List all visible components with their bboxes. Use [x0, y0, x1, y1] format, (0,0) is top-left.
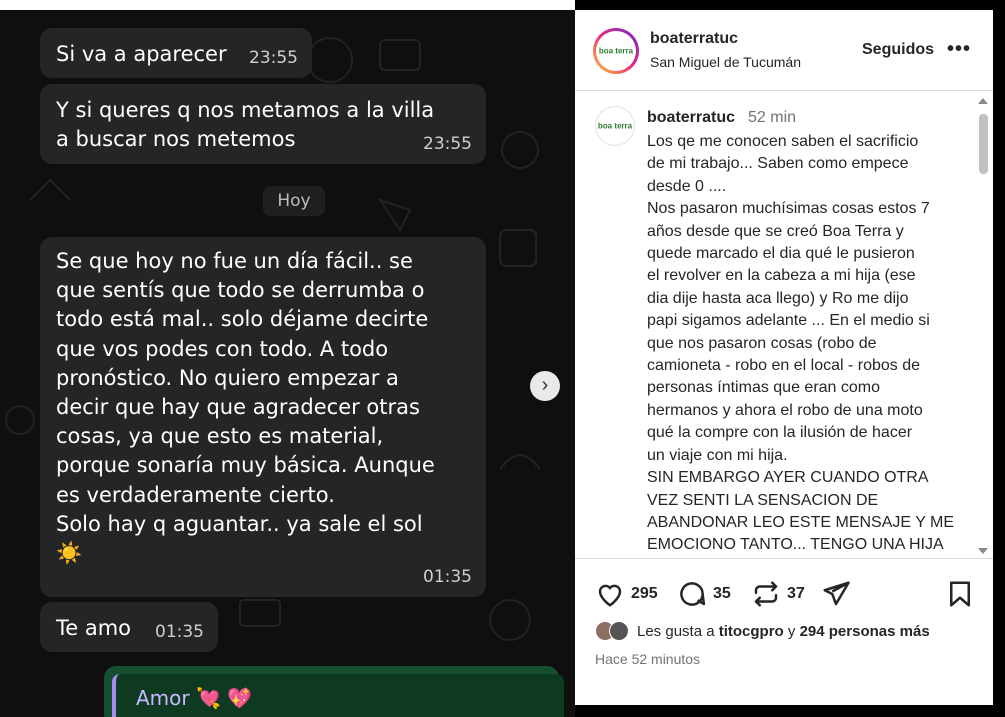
caption-username[interactable]: boaterratuc — [647, 109, 735, 127]
repost-icon — [754, 581, 778, 607]
date-separator: Hoy — [263, 186, 325, 216]
message-text: Si va a aparecer — [56, 42, 227, 66]
avatar[interactable]: boa terra — [595, 106, 635, 146]
save-button[interactable] — [945, 579, 975, 614]
brand-logo: boa terra — [597, 121, 633, 131]
caption-time: 52 min — [748, 109, 797, 126]
send-icon — [823, 581, 850, 606]
post-location[interactable]: San Miguel de Tucumán — [650, 54, 801, 70]
scroll-down-icon[interactable] — [978, 548, 988, 554]
post-username[interactable]: boaterratuc — [650, 30, 738, 48]
chevron-right-icon[interactable]: › — [530, 371, 560, 401]
bookmark-icon — [950, 581, 970, 607]
quoted-reply-bubble: Amor 💘 💖 — [104, 666, 564, 717]
more-options-icon[interactable]: ••• — [947, 38, 971, 61]
likes-summary[interactable]: Les gusta a titocgpro y 294 personas más — [595, 620, 930, 642]
message-text: Y si queres q nos metamos a la villa a b… — [56, 98, 435, 151]
comment-icon — [680, 582, 706, 606]
scroll-thumb[interactable] — [979, 114, 988, 174]
message-time: 01:35 — [155, 622, 204, 642]
caption-section: boa terra boaterratuc 52 min Los qe me c… — [575, 91, 993, 557]
post-header: boa terra boaterratuc San Miguel de Tucu… — [575, 10, 993, 91]
top-white-strip — [0, 0, 575, 10]
liker-avatar — [609, 621, 629, 641]
instagram-post-panel: boa terra boaterratuc San Miguel de Tucu… — [575, 10, 993, 705]
share-button[interactable] — [821, 579, 851, 609]
chat-message: Se que hoy no fue un día fácil.. se que … — [40, 237, 486, 597]
repost-button[interactable]: 37 — [751, 579, 805, 609]
likes-others[interactable]: 294 personas más — [800, 623, 930, 640]
heart-icon — [598, 584, 622, 607]
quoted-text: Amor 💘 💖 — [136, 686, 253, 710]
likes-connector: y — [787, 622, 796, 640]
following-button[interactable]: Seguidos — [862, 41, 934, 59]
reposts-count: 37 — [787, 585, 805, 602]
quoted-reply: Amor 💘 💖 — [112, 674, 564, 717]
likes-prefix: Les gusta a — [637, 622, 715, 640]
message-text: Se que hoy no fue un día fácil.. se que … — [56, 249, 435, 566]
scroll-up-icon[interactable] — [978, 98, 988, 104]
brand-logo: boa terra — [598, 46, 634, 56]
message-time: 23:55 — [249, 48, 298, 68]
liker-username[interactable]: titocgpro — [719, 623, 784, 640]
comment-button[interactable]: 35 — [677, 579, 731, 609]
comments-count: 35 — [713, 585, 731, 602]
post-actions: 295 35 37 Les gusta a titocgpro y 294 pe… — [575, 558, 993, 706]
like-button[interactable]: 295 — [595, 579, 658, 609]
avatar[interactable]: boa terra — [593, 28, 639, 74]
chat-message: Y si queres q nos metamos a la villa a b… — [40, 84, 486, 164]
post-timestamp: Hace 52 minutos — [595, 651, 701, 667]
chat-message: Te amo 01:35 — [40, 602, 218, 652]
caption-text: Los qe me conocen saben el sacrificio de… — [647, 133, 955, 554]
scrollbar[interactable] — [976, 94, 990, 558]
message-time: 01:35 — [423, 567, 472, 587]
message-text: Te amo — [56, 616, 132, 640]
chat-message: Si va a aparecer 23:55 — [40, 28, 312, 78]
chat-screenshot: Si va a aparecer 23:55 Y si queres q nos… — [0, 0, 575, 717]
likes-count: 295 — [631, 585, 658, 602]
message-time: 23:55 — [423, 134, 472, 154]
